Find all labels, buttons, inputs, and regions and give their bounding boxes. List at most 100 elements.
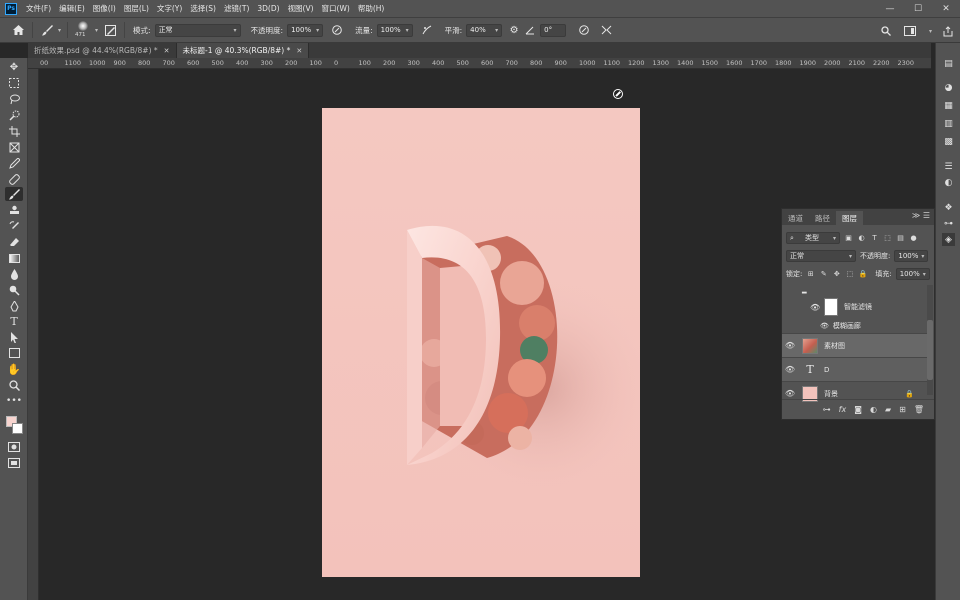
chevron-down-icon[interactable]: ▾ xyxy=(58,27,61,34)
quick-mask-icon[interactable] xyxy=(5,440,23,454)
brush-settings-panel-icon[interactable] xyxy=(102,22,118,38)
share-icon[interactable] xyxy=(940,23,956,39)
clone-stamp-tool-icon[interactable] xyxy=(5,203,23,217)
fill-input[interactable]: 100% ▾ xyxy=(895,268,930,280)
symmetry-icon[interactable] xyxy=(598,22,614,38)
add-mask-icon[interactable]: ◙ xyxy=(854,405,862,414)
smoothing-input[interactable]: 40% ▾ xyxy=(466,23,503,37)
channels-panel-icon[interactable]: ⊶ xyxy=(942,217,955,230)
shape-filter-icon[interactable]: ⬚ xyxy=(883,234,892,243)
layer-opacity-input[interactable]: 100% ▾ xyxy=(894,250,929,262)
menu-image[interactable]: 图像(I) xyxy=(89,3,120,14)
lock-artboard-icon[interactable]: ⬚ xyxy=(845,270,854,279)
layer-row-material[interactable]: 👁 素材图 xyxy=(782,333,928,357)
close-button[interactable]: ✕ xyxy=(932,4,960,14)
eraser-tool-icon[interactable] xyxy=(5,235,23,249)
healing-brush-tool-icon[interactable] xyxy=(5,172,23,186)
menu-edit[interactable]: 编辑(E) xyxy=(55,3,89,14)
libraries-panel-icon[interactable]: ❖ xyxy=(942,201,955,214)
more-tools-icon[interactable]: ••• xyxy=(5,394,23,408)
link-layers-icon[interactable]: ⊶ xyxy=(823,405,831,414)
scrollbar-thumb[interactable] xyxy=(927,320,933,380)
opacity-input[interactable]: 100% ▾ xyxy=(287,23,324,37)
airbrush-icon[interactable] xyxy=(419,22,435,38)
color-panel-icon[interactable]: ◕ xyxy=(942,81,955,94)
menu-file[interactable]: 文件(F) xyxy=(22,3,55,14)
properties-panel-icon[interactable]: ☰ xyxy=(942,160,955,173)
layers-panel-icon[interactable]: ◈ xyxy=(942,233,955,246)
new-layer-icon[interactable]: ⊞ xyxy=(899,405,906,414)
layer-row-text[interactable]: 👁 T D xyxy=(782,357,928,381)
move-tool-icon[interactable]: ✥ xyxy=(5,60,23,74)
gear-icon[interactable]: ⚙ xyxy=(506,22,522,38)
tab-paths[interactable]: 路径 xyxy=(809,211,836,225)
brush-tool-preset-icon[interactable] xyxy=(39,22,55,38)
history-panel-icon[interactable]: ▤ xyxy=(942,57,955,70)
quick-selection-tool-icon[interactable] xyxy=(5,108,23,122)
eye-icon[interactable]: 👁 xyxy=(810,303,820,312)
eye-icon[interactable]: 👁 xyxy=(782,389,798,398)
pen-tool-icon[interactable] xyxy=(5,299,23,313)
menu-window[interactable]: 窗口(W) xyxy=(318,3,354,14)
adjustment-layer-icon[interactable]: ◐ xyxy=(870,405,877,414)
home-icon[interactable] xyxy=(10,22,26,38)
chevron-down-icon[interactable]: ▾ xyxy=(95,27,98,34)
blend-mode-select[interactable]: 正常 ▾ xyxy=(786,250,856,262)
pressure-size-icon[interactable] xyxy=(576,22,592,38)
lock-pixels-icon[interactable]: ✎ xyxy=(819,270,828,279)
menu-help[interactable]: 帮助(H) xyxy=(354,3,389,14)
mode-select[interactable]: 正常 ▾ xyxy=(154,23,241,37)
document-canvas[interactable] xyxy=(322,108,640,577)
eye-icon[interactable]: 👁 xyxy=(782,341,798,350)
eyedropper-tool-icon[interactable] xyxy=(5,156,23,170)
menu-type[interactable]: 文字(Y) xyxy=(153,3,186,14)
new-group-icon[interactable]: ▰ xyxy=(885,405,891,414)
patterns-panel-icon[interactable]: ▩ xyxy=(942,135,955,148)
menu-select[interactable]: 选择(S) xyxy=(186,3,220,14)
lasso-tool-icon[interactable] xyxy=(5,92,23,106)
marquee-tool-icon[interactable] xyxy=(5,76,23,90)
panel-menu-icon[interactable]: ≫ ☰ xyxy=(912,211,930,220)
type-tool-icon[interactable]: T xyxy=(5,314,23,328)
filter-row[interactable]: 👁 模糊画廊 xyxy=(782,319,928,333)
angle-input[interactable]: 0° xyxy=(540,23,567,37)
fx-icon[interactable]: fx xyxy=(839,405,847,414)
gradients-panel-icon[interactable]: ▥ xyxy=(942,117,955,130)
close-icon[interactable]: ✕ xyxy=(164,47,170,55)
layer-kind-select[interactable]: ⌕ 类型 ▾ xyxy=(786,232,840,244)
pressure-opacity-icon[interactable] xyxy=(329,22,345,38)
workspace-icon[interactable] xyxy=(902,23,918,39)
lock-transparent-icon[interactable]: ⊞ xyxy=(806,270,815,279)
delete-layer-icon[interactable]: 🗑 xyxy=(914,405,924,414)
menu-filter[interactable]: 滤镜(T) xyxy=(220,3,253,14)
smart-object-filter-icon[interactable]: ▤ xyxy=(896,234,905,243)
layers-scrollbar[interactable] xyxy=(927,285,933,395)
flow-input[interactable]: 100% ▾ xyxy=(376,23,413,37)
tab-document-1[interactable]: 折纸效果.psd @ 44.4%(RGB/8#) * ✕ xyxy=(28,43,177,58)
eye-icon[interactable]: 👁 xyxy=(782,365,798,374)
adjustments-panel-icon[interactable]: ◐ xyxy=(942,176,955,189)
chevron-down-icon[interactable]: ▾ xyxy=(929,28,932,35)
screen-mode-icon[interactable] xyxy=(5,456,23,470)
brush-size-picker[interactable]: 471 xyxy=(74,20,92,40)
history-brush-tool-icon[interactable] xyxy=(5,219,23,233)
close-icon[interactable]: ✕ xyxy=(296,47,302,55)
menu-layer[interactable]: 图层(L) xyxy=(120,3,153,14)
tab-layers[interactable]: 图层 xyxy=(836,211,863,225)
filter-toggle-icon[interactable]: ● xyxy=(909,234,918,243)
filter-mask-thumbnail[interactable] xyxy=(824,298,838,316)
blur-tool-icon[interactable] xyxy=(5,267,23,281)
lock-position-icon[interactable]: ✥ xyxy=(832,270,841,279)
zoom-tool-icon[interactable] xyxy=(5,378,23,392)
brush-tool-icon[interactable] xyxy=(5,187,23,201)
tab-document-2[interactable]: 未标题-1 @ 40.3%(RGB/8#) * ✕ xyxy=(176,43,310,58)
smart-filters-row[interactable]: 👁 智能滤镜 xyxy=(782,295,928,319)
frame-tool-icon[interactable] xyxy=(5,140,23,154)
crop-tool-icon[interactable] xyxy=(5,124,23,138)
minimize-button[interactable]: — xyxy=(876,4,904,14)
pixel-filter-icon[interactable]: ▣ xyxy=(844,234,853,243)
menu-view[interactable]: 视图(V) xyxy=(284,3,318,14)
hand-tool-icon[interactable]: ✋ xyxy=(5,362,23,376)
rectangle-tool-icon[interactable] xyxy=(5,346,23,360)
adjustment-filter-icon[interactable]: ◐ xyxy=(857,234,866,243)
